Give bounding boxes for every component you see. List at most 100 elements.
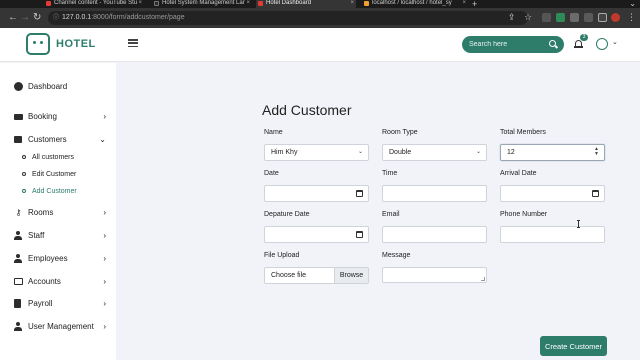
calendar-icon[interactable] — [356, 231, 363, 238]
browser-tab-active[interactable]: Hotel Dashboard × — [256, 0, 356, 8]
brand-logo[interactable]: HOTEL — [26, 32, 96, 56]
search-icon[interactable] — [549, 40, 556, 47]
text-cursor-icon — [577, 220, 580, 228]
close-tab-icon[interactable]: × — [462, 0, 466, 7]
close-tab-icon[interactable]: × — [350, 0, 354, 7]
sidebar-item-label: Customers — [28, 134, 67, 144]
message-textarea[interactable] — [382, 267, 487, 283]
close-tab-icon[interactable]: × — [246, 0, 250, 7]
dashboard-gauge-icon — [14, 81, 23, 91]
phone-field-group: Phone Number — [500, 210, 605, 243]
calculator-icon — [14, 298, 23, 308]
sidebar-item-booking[interactable]: Booking › — [14, 109, 106, 123]
sidebar-subitem-add-customer[interactable]: Add Customer — [22, 185, 77, 197]
browse-button[interactable]: Browse — [334, 268, 368, 283]
bookmark-star-icon[interactable]: ☆ — [524, 11, 532, 23]
browser-toolbar: ← → ↻ ⓘ 127.0.0.1:8000/form/addcustomer/… — [0, 8, 640, 28]
sidebar-item-label: Payroll — [28, 298, 53, 308]
name-select[interactable]: Him Khy ⌄ — [264, 144, 369, 161]
main-content: Add Customer Name Him Khy ⌄ Room Type Do… — [116, 63, 640, 360]
file-upload-input[interactable]: Choose file Browse — [264, 267, 369, 284]
sidebar-item-accounts[interactable]: Accounts › — [14, 274, 106, 288]
page-title: Add Customer — [262, 102, 352, 118]
phone-input[interactable] — [500, 226, 605, 243]
browser-tab-title: Hotel System Management Lar — [162, 0, 245, 6]
tab-search-chevron-icon[interactable]: ⌄ — [629, 0, 636, 8]
sidebar-subitem-edit-customer[interactable]: Edit Customer — [22, 168, 76, 180]
top-header: HOTEL 3 ⌄ — [0, 28, 640, 62]
browser-tab[interactable]: localhost / localhost / hotel_sy × — [362, 0, 468, 8]
brand-name: HOTEL — [56, 38, 96, 50]
browser-menu-icon[interactable]: ⋮ — [627, 11, 636, 23]
notification-badge: 3 — [580, 34, 588, 41]
browser-tab[interactable]: Hotel System Management Lar × — [152, 0, 252, 8]
sidebar-item-employees[interactable]: Employees › — [14, 251, 106, 265]
calendar-icon[interactable] — [356, 190, 363, 197]
name-select-value: Him Khy — [271, 149, 298, 156]
file-upload-field-group: File Upload Choose file Browse — [264, 251, 369, 284]
url-host: 127.0.0.1 — [62, 14, 92, 21]
departure-date-input[interactable] — [264, 226, 369, 243]
phone-label: Phone Number — [500, 211, 548, 218]
sidebar-item-staff[interactable]: Staff › — [14, 228, 106, 242]
back-icon[interactable]: ← — [8, 12, 18, 24]
chevron-right-icon: › — [103, 276, 106, 286]
extension-icon[interactable] — [556, 13, 565, 22]
page-favicon-icon — [258, 1, 263, 6]
share-icon[interactable]: ⇪ — [508, 11, 516, 23]
arrival-date-input[interactable] — [500, 185, 605, 202]
sidebar-item-payroll[interactable]: Payroll › — [14, 296, 106, 310]
email-input[interactable] — [382, 226, 487, 243]
sidebar-item-label: Dashboard — [28, 81, 68, 91]
time-input[interactable] — [382, 185, 487, 202]
departure-date-field-group: Depature Date — [264, 210, 369, 243]
arrival-date-field-group: Arrival Date — [500, 169, 605, 202]
info-icon[interactable]: ⓘ — [53, 11, 59, 25]
close-tab-icon[interactable]: × — [138, 0, 142, 7]
chevron-right-icon: › — [103, 230, 106, 240]
date-input[interactable] — [264, 185, 369, 202]
date-label: Date — [264, 170, 279, 177]
user-avatar[interactable] — [596, 38, 608, 50]
sidebar-item-customers[interactable]: Customers ⌄ — [14, 132, 106, 146]
file-upload-label: File Upload — [264, 252, 300, 259]
time-field-group: Time — [382, 169, 487, 202]
chevron-down-icon[interactable]: ⌄ — [612, 38, 618, 46]
chevron-right-icon: › — [103, 111, 106, 121]
sidebar-subitem-label: Add Customer — [32, 187, 77, 195]
number-stepper-icon[interactable]: ▲ ▼ — [594, 147, 599, 157]
sidebar-item-dashboard[interactable]: Dashboard — [14, 79, 106, 93]
chevron-right-icon: › — [103, 321, 106, 331]
reload-icon[interactable]: ↻ — [33, 12, 41, 24]
sidebar-subitem-all-customers[interactable]: All customers — [22, 151, 74, 163]
browser-tab[interactable]: Channel content - YouTube Stu × — [44, 0, 144, 8]
resize-handle-icon[interactable] — [481, 277, 485, 281]
sidebar-subitem-label: All customers — [32, 153, 75, 161]
sidebar-item-user-management[interactable]: User Management › — [14, 319, 106, 333]
date-field-group: Date — [264, 169, 369, 202]
calendar-icon[interactable] — [592, 190, 599, 197]
forward-icon[interactable]: → — [20, 12, 30, 24]
room-type-select-value: Double — [389, 149, 412, 156]
extension-icon[interactable] — [570, 13, 579, 22]
circle-bullet-icon — [22, 172, 26, 176]
browser-tab-title: Channel content - YouTube Stu — [54, 0, 138, 6]
profile-avatar-icon[interactable] — [611, 13, 620, 22]
app-root: HOTEL 3 ⌄ Dashboard Booking › Customers … — [0, 28, 640, 360]
extension-icon[interactable] — [542, 13, 551, 22]
sidebar-toggle-icon[interactable] — [598, 13, 607, 22]
departure-date-label: Depature Date — [264, 211, 310, 218]
sidebar-item-rooms[interactable]: ⚷ Rooms › — [14, 205, 106, 219]
sidebar-subitem-label: Edit Customer — [32, 170, 77, 178]
extensions-puzzle-icon[interactable] — [584, 13, 593, 22]
address-bar[interactable]: ⓘ 127.0.0.1:8000/form/addcustomer/page — [48, 11, 528, 25]
browser-tab-title: Hotel Dashboard — [266, 0, 312, 6]
name-label: Name — [264, 129, 283, 136]
bed-icon — [14, 112, 23, 121]
create-customer-button[interactable]: Create Customer — [540, 336, 607, 356]
menu-toggle-icon[interactable] — [128, 39, 138, 47]
phpmyadmin-favicon-icon — [364, 1, 369, 6]
total-members-input[interactable]: 12 ▲ ▼ — [500, 144, 605, 161]
search-input[interactable] — [469, 38, 547, 51]
room-type-select[interactable]: Double ⌄ — [382, 144, 487, 161]
